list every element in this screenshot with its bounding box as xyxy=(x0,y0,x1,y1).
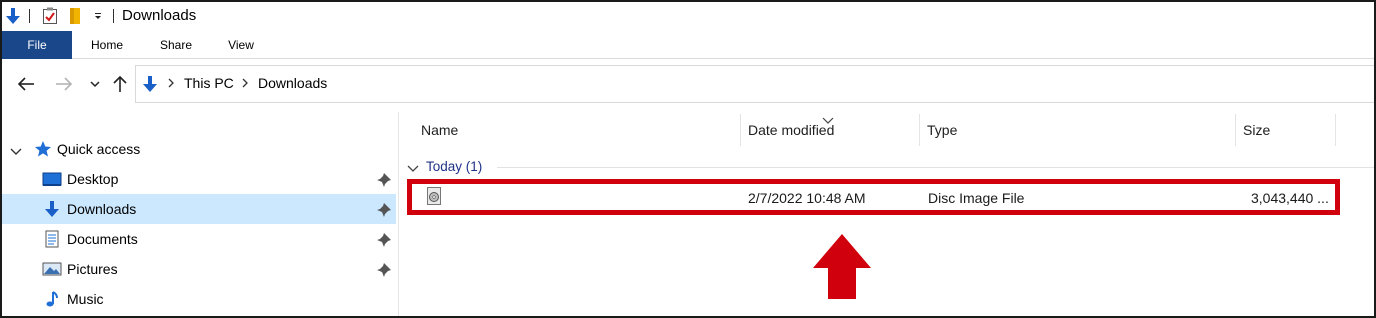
pin-icon[interactable] xyxy=(376,262,392,278)
sidebar-item-label: Desktop xyxy=(67,171,119,187)
breadcrumb-this-pc[interactable]: This PC xyxy=(184,75,234,91)
column-divider[interactable] xyxy=(919,114,920,146)
sidebar-item-label: Documents xyxy=(67,231,138,247)
toolbar-separator xyxy=(29,9,30,23)
download-arrow-icon[interactable] xyxy=(4,7,22,25)
documents-icon xyxy=(42,230,62,248)
column-divider[interactable] xyxy=(740,114,741,146)
recent-dropdown-icon[interactable] xyxy=(83,72,107,96)
sidebar-item-desktop[interactable]: Desktop xyxy=(2,164,396,194)
tab-view[interactable]: View xyxy=(210,31,272,59)
column-divider[interactable] xyxy=(1235,114,1236,146)
file-explorer-window: Downloads File Home Share View This PC D… xyxy=(0,0,1376,318)
pictures-icon xyxy=(42,260,62,278)
music-icon xyxy=(42,290,62,308)
customize-dropdown-icon[interactable] xyxy=(89,7,107,25)
column-header-type[interactable]: Type xyxy=(927,122,957,138)
pin-icon[interactable] xyxy=(376,172,392,188)
group-collapse-chevron-icon[interactable] xyxy=(407,161,419,172)
size-cell: 3,043,440 ... xyxy=(1251,190,1329,206)
sort-descending-icon xyxy=(822,112,834,124)
forward-arrow-icon[interactable] xyxy=(52,72,76,96)
up-arrow-icon[interactable] xyxy=(108,72,132,96)
sidebar-item-music[interactable]: Music xyxy=(2,284,396,314)
column-header-size[interactable]: Size xyxy=(1243,122,1270,138)
desktop-icon xyxy=(42,170,62,188)
downloads-location-icon xyxy=(141,75,159,93)
sidebar-item-label: Pictures xyxy=(67,261,118,277)
tab-share[interactable]: Share xyxy=(145,31,207,59)
new-folder-icon[interactable] xyxy=(66,7,84,25)
annotation-up-arrow-icon xyxy=(812,234,872,300)
column-header-name[interactable]: Name xyxy=(421,122,458,138)
column-header-date-modified[interactable]: Date modified xyxy=(748,122,834,138)
breadcrumb-chevron-icon[interactable] xyxy=(240,76,250,90)
disc-image-file-icon xyxy=(426,187,442,205)
quick-access-label[interactable]: Quick access xyxy=(57,141,140,157)
sidebar-item-documents[interactable]: Documents xyxy=(2,224,396,254)
pin-icon[interactable] xyxy=(376,232,392,248)
back-arrow-icon[interactable] xyxy=(14,72,38,96)
quick-access-star-icon xyxy=(34,140,52,158)
group-divider xyxy=(497,167,1374,168)
pin-icon[interactable] xyxy=(376,202,392,218)
tab-home[interactable]: Home xyxy=(76,31,138,59)
breadcrumb-downloads[interactable]: Downloads xyxy=(258,75,327,91)
sidebar-item-pictures[interactable]: Pictures xyxy=(2,254,396,284)
sidebar-item-downloads[interactable]: Downloads xyxy=(2,194,396,224)
sidebar-item-label: Music xyxy=(67,291,104,307)
properties-checklist-icon[interactable] xyxy=(41,7,59,25)
breadcrumb-chevron-icon[interactable] xyxy=(166,76,176,90)
column-divider[interactable] xyxy=(1335,114,1336,146)
downloads-icon xyxy=(42,200,62,218)
expand-chevron-icon[interactable] xyxy=(10,144,22,155)
date-modified-cell: 2/7/2022 10:48 AM xyxy=(748,190,866,206)
pane-divider[interactable] xyxy=(398,112,399,316)
window-title: Downloads xyxy=(122,7,197,24)
table-row[interactable] xyxy=(407,179,1340,215)
group-header-today[interactable]: Today (1) xyxy=(426,159,482,174)
sidebar-item-label: Downloads xyxy=(67,201,137,217)
toolbar-separator xyxy=(113,9,114,23)
ribbon-tabs: File Home Share View xyxy=(2,31,1374,59)
tab-file[interactable]: File xyxy=(2,31,72,59)
title-bar: Downloads xyxy=(2,2,1374,31)
type-cell: Disc Image File xyxy=(928,190,1025,206)
